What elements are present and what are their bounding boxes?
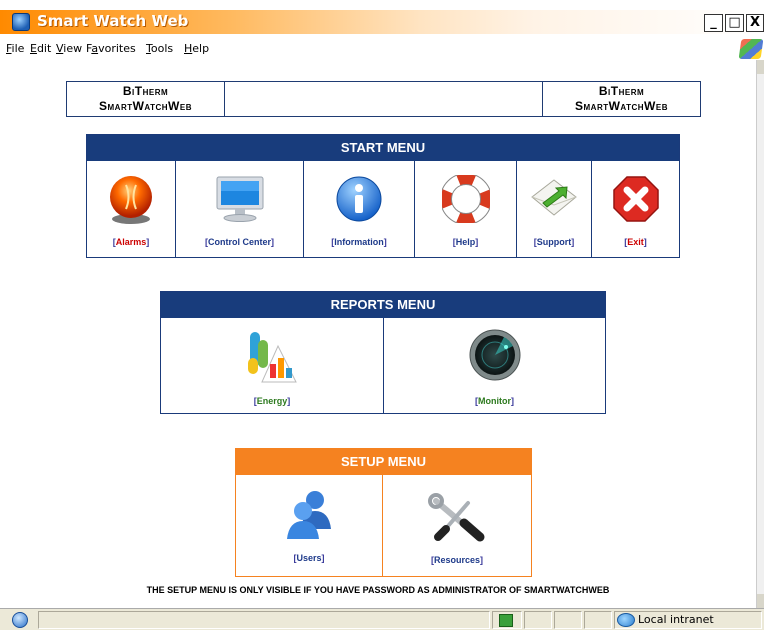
status-text-pane — [38, 611, 490, 629]
alarms-button[interactable]: [Alarms] — [87, 161, 176, 257]
help-label: [Help] — [452, 237, 479, 247]
envelope-arrow-icon — [531, 179, 577, 216]
alarms-label: [Alarms] — [112, 237, 150, 247]
page-content: BiTherm SmartWatchWeb BiTherm SmartWatch… — [0, 60, 756, 608]
alarm-light-icon — [110, 176, 152, 224]
information-label: [Information] — [331, 237, 387, 247]
resources-label: [Resources] — [430, 555, 484, 565]
menu-help[interactable]: Help — [184, 42, 209, 55]
exit-label: [Exit] — [624, 237, 647, 247]
windows-logo-icon — [738, 39, 764, 59]
start-menu-title: START MENU — [87, 135, 679, 161]
close-button[interactable]: X — [746, 14, 764, 32]
control-center-button[interactable]: [Control Center] — [176, 161, 304, 257]
energy-chart-icon — [248, 332, 297, 383]
header-right-line1: BiTherm — [598, 84, 645, 98]
energy-button[interactable]: [Energy] — [161, 318, 384, 413]
vertical-scrollbar[interactable] — [756, 60, 764, 608]
control-center-label: [Control Center] — [205, 237, 274, 247]
info-icon — [336, 176, 382, 222]
tools-icon — [428, 493, 485, 542]
energy-label: [Energy] — [253, 396, 291, 406]
intranet-globe-icon — [617, 613, 635, 627]
menu-edit[interactable]: Edit — [30, 42, 51, 55]
menu-favorites[interactable]: Favorites — [86, 42, 136, 55]
start-menu: START MENU [Alarms] [Control Center] [In… — [86, 134, 680, 258]
monitor-icon — [216, 176, 263, 222]
setup-visibility-note: THE SETUP MENU IS ONLY VISIBLE IF YOU HA… — [146, 585, 610, 595]
minimize-button[interactable]: _ — [704, 14, 723, 32]
scroll-down-arrow-icon[interactable] — [757, 594, 764, 608]
restore-button[interactable]: □ — [725, 14, 744, 32]
monitor-button[interactable]: [Monitor] — [384, 318, 605, 413]
reports-menu-title: REPORTS MENU — [161, 292, 605, 318]
zone-label: Local intranet — [638, 613, 714, 626]
browser-window: Smart Watch Web _ □ X File Edit View Fav… — [0, 0, 764, 630]
users-button[interactable]: [Users] — [236, 475, 383, 576]
page-status-icon — [12, 612, 28, 628]
window-title: Smart Watch Web — [37, 12, 189, 30]
ie-app-icon[interactable] — [12, 13, 30, 31]
menu-file[interactable]: File — [6, 42, 24, 55]
support-label: [Support] — [533, 237, 575, 247]
resources-button[interactable]: [Resources] — [383, 475, 531, 576]
setup-menu-title: SETUP MENU — [236, 449, 531, 475]
header-logo-right: BiTherm SmartWatchWeb — [542, 82, 700, 116]
status-pane-3 — [584, 611, 612, 629]
reports-menu: REPORTS MENU [Energy] [Monitor] — [160, 291, 606, 414]
menu-tools[interactable]: Tools — [146, 42, 173, 55]
title-bar[interactable]: Smart Watch Web _ □ X — [0, 10, 764, 34]
header-left-line2: SmartWatchWeb — [99, 99, 192, 113]
scroll-up-arrow-icon[interactable] — [757, 60, 764, 74]
lifebuoy-icon — [441, 175, 490, 223]
support-button[interactable]: [Support] — [517, 161, 592, 257]
information-button[interactable]: [Information] — [304, 161, 415, 257]
users-label: [Users] — [293, 553, 325, 563]
header-right-line2: SmartWatchWeb — [575, 99, 668, 113]
monitor-label: [Monitor] — [475, 396, 514, 406]
page-header: BiTherm SmartWatchWeb BiTherm SmartWatch… — [66, 81, 701, 117]
menu-bar: File Edit View Favorites Tools Help — [0, 39, 764, 58]
menu-view[interactable]: View — [56, 42, 82, 55]
progress-pane — [492, 611, 522, 629]
header-left-line1: BiTherm — [122, 84, 169, 98]
users-icon — [287, 491, 331, 539]
setup-menu: SETUP MENU [Users] [Resources] — [235, 448, 532, 577]
status-pane-2 — [554, 611, 582, 629]
security-shield-icon — [499, 614, 513, 627]
status-pane-1 — [524, 611, 552, 629]
status-bar: Local intranet — [0, 608, 764, 630]
header-logo-left: BiTherm SmartWatchWeb — [67, 82, 225, 116]
radar-icon — [469, 329, 520, 381]
exit-button[interactable]: [Exit] — [592, 161, 679, 257]
help-button[interactable]: [Help] — [415, 161, 517, 257]
exit-x-icon — [612, 176, 659, 222]
